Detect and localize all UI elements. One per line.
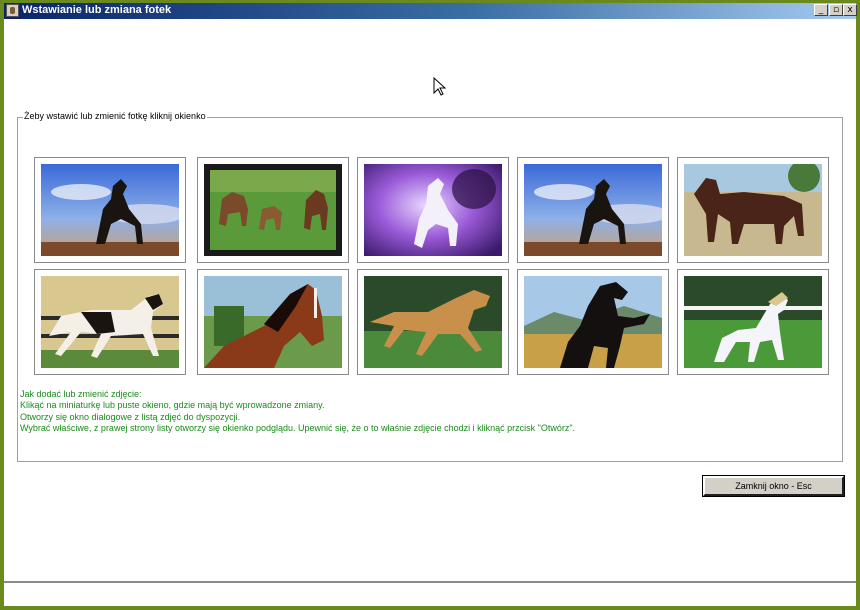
thumbnail-slot-1[interactable]	[34, 157, 186, 263]
white-horse-purple-fantasy-photo-icon	[364, 164, 502, 256]
instruction-line: Jak dodać lub zmienić zdjęcie:	[20, 389, 142, 399]
thumbnail-slot-10[interactable]	[677, 269, 829, 375]
draft-horse-brown-photo-icon	[684, 164, 822, 256]
app-window: Wstawianie lub zmiana fotek _ ▫ x Żeby w…	[0, 0, 860, 610]
instruction-line: Otworzy się okno dialogowe z listą zdjęć…	[20, 411, 241, 422]
pinto-horse-running-photo-icon	[41, 276, 179, 368]
thumbnail-slot-9[interactable]	[517, 269, 669, 375]
palomino-horse-galloping-photo-icon	[364, 276, 502, 368]
mouse-cursor-icon	[433, 77, 447, 96]
thumbnail-slot-5[interactable]	[677, 157, 829, 263]
horse-rearing-dark-sky-photo-icon	[41, 164, 179, 256]
thumbnail-slot-4[interactable]	[517, 157, 669, 263]
window-title: Wstawianie lub zmiana fotek	[22, 4, 172, 16]
status-bar	[4, 581, 856, 606]
three-horses-meadow-photo-icon	[204, 164, 342, 256]
close-window-esc-button[interactable]: Zamknij okno - Esc	[702, 475, 845, 497]
thumbnail-slot-8[interactable]	[357, 269, 509, 375]
white-pony-paddock-photo-icon	[684, 276, 822, 368]
instruction-line: Klikąć na miniaturkę lub puste okieno, g…	[20, 400, 325, 411]
chestnut-horse-portrait-photo-icon	[204, 276, 342, 368]
app-icon	[6, 4, 19, 17]
group-label: Żeby wstawić lub zmienić fotkę kliknij o…	[23, 111, 207, 121]
thumbnail-slot-3[interactable]	[357, 157, 509, 263]
instructions-block: Jak dodać lub zmienić zdjęcie: Klikąć na…	[20, 389, 575, 435]
restore-button[interactable]: ▫	[829, 4, 843, 16]
horse-rearing-dark-sky-photo-icon	[524, 164, 662, 256]
thumbnail-slot-6[interactable]	[34, 269, 186, 375]
close-window-button[interactable]: x	[843, 4, 857, 16]
minimize-button[interactable]: _	[814, 4, 828, 16]
thumbnail-slot-7[interactable]	[197, 269, 349, 375]
instruction-line: Wybrać właściwe, z prawej strony listy o…	[20, 423, 576, 434]
title-bar[interactable]: Wstawianie lub zmiana fotek _ ▫ x	[4, 3, 857, 19]
thumbnail-slot-2[interactable]	[197, 157, 349, 263]
client-area: Żeby wstawić lub zmienić fotkę kliknij o…	[4, 19, 856, 606]
black-horse-rearing-photo-icon	[524, 276, 662, 368]
